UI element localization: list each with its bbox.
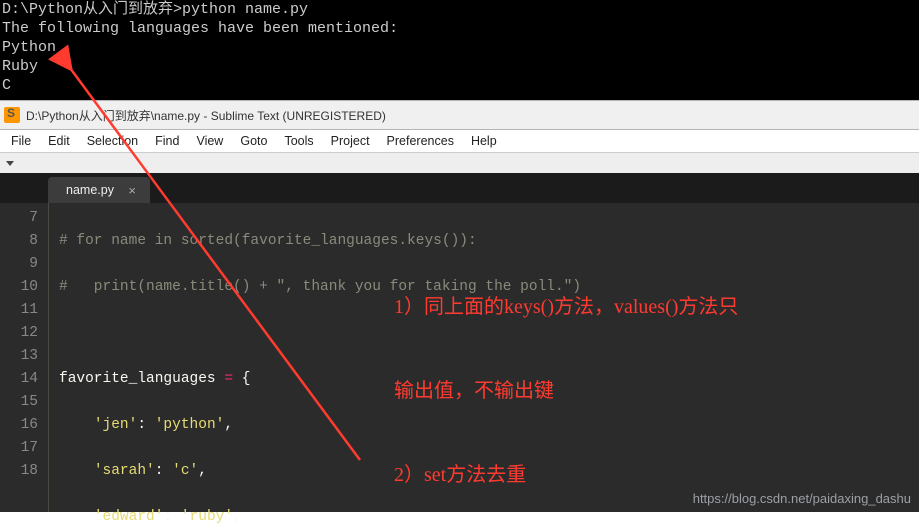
menu-tools[interactable]: Tools <box>277 133 320 149</box>
menu-project[interactable]: Project <box>324 133 377 149</box>
menu-view[interactable]: View <box>189 133 230 149</box>
terminal-line: C <box>2 76 917 95</box>
menu-goto[interactable]: Goto <box>233 133 274 149</box>
menu-help[interactable]: Help <box>464 133 504 149</box>
close-icon[interactable]: × <box>128 183 136 198</box>
menu-file[interactable]: File <box>4 133 38 149</box>
terminal-cmd: D:\Python从入门到放弃>python name.py <box>2 0 917 19</box>
line-gutter: 7 8 9 10 11 12 13 14 15 16 17 18 <box>0 203 49 512</box>
file-dropdown-bar[interactable] <box>0 152 919 173</box>
menu-edit[interactable]: Edit <box>41 133 77 149</box>
code-editor[interactable]: 7 8 9 10 11 12 13 14 15 16 17 18 # for n… <box>0 203 919 512</box>
menu-find[interactable]: Find <box>148 133 186 149</box>
dropdown-triangle-icon <box>6 161 14 166</box>
window-title-text: D:\Python从入门到放弃\name.py - Sublime Text (… <box>26 107 386 124</box>
terminal-line: The following languages have been mentio… <box>2 19 917 38</box>
watermark: https://blog.csdn.net/paidaxing_dashu <box>693 491 911 506</box>
menubar: File Edit Selection Find View Goto Tools… <box>0 130 919 152</box>
tab-label: name.py <box>66 183 114 197</box>
terminal-line: Python <box>2 38 917 57</box>
terminal-line: Ruby <box>2 57 917 76</box>
code-area[interactable]: # for name in sorted(favorite_languages.… <box>49 203 919 512</box>
window-titlebar: D:\Python从入门到放弃\name.py - Sublime Text (… <box>0 100 919 130</box>
sublime-logo-icon <box>4 107 20 123</box>
tabbar: name.py × <box>0 173 919 203</box>
menu-preferences[interactable]: Preferences <box>380 133 461 149</box>
tab-name-py[interactable]: name.py × <box>48 177 150 203</box>
terminal-output: D:\Python从入门到放弃>python name.py The follo… <box>0 0 919 100</box>
menu-selection[interactable]: Selection <box>80 133 145 149</box>
